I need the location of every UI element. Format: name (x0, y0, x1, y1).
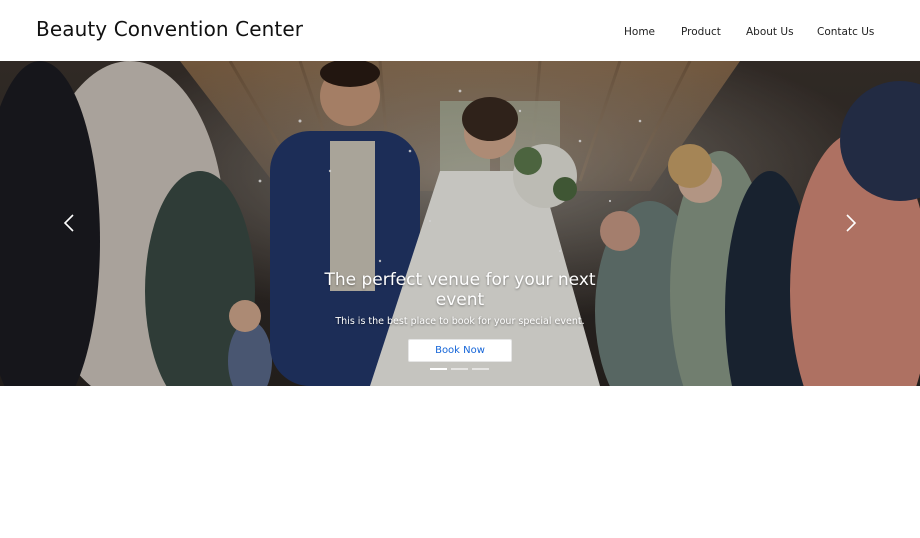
carousel-next-button[interactable] (839, 211, 863, 235)
chevron-left-icon (63, 214, 74, 232)
hero-subtitle: This is the best place to book for your … (335, 316, 585, 327)
nav-link-product[interactable]: Product (681, 26, 721, 38)
navbar: Beauty Convention Center Home Product Ab… (0, 0, 920, 61)
hero-caption: The perfect venue for your next event Th… (300, 270, 620, 327)
hero-carousel: The perfect venue for your next event Th… (0, 61, 920, 386)
nav-link-contact-us[interactable]: Contatc Us (817, 26, 874, 38)
hero-title: The perfect venue for your next event (324, 270, 596, 310)
carousel-indicator-3[interactable] (472, 368, 489, 370)
hero-dark-overlay (0, 61, 920, 386)
carousel-indicator-2[interactable] (451, 368, 468, 370)
carousel-prev-button[interactable] (57, 211, 81, 235)
chevron-right-icon (846, 214, 857, 232)
carousel-indicators (430, 368, 489, 370)
nav-link-about-us[interactable]: About Us (746, 26, 794, 38)
nav-link-home[interactable]: Home (624, 26, 655, 38)
book-now-button[interactable]: Book Now (408, 339, 512, 362)
nav-links: Home Product About Us Contatc Us (0, 26, 920, 40)
carousel-indicator-1[interactable] (430, 368, 447, 370)
